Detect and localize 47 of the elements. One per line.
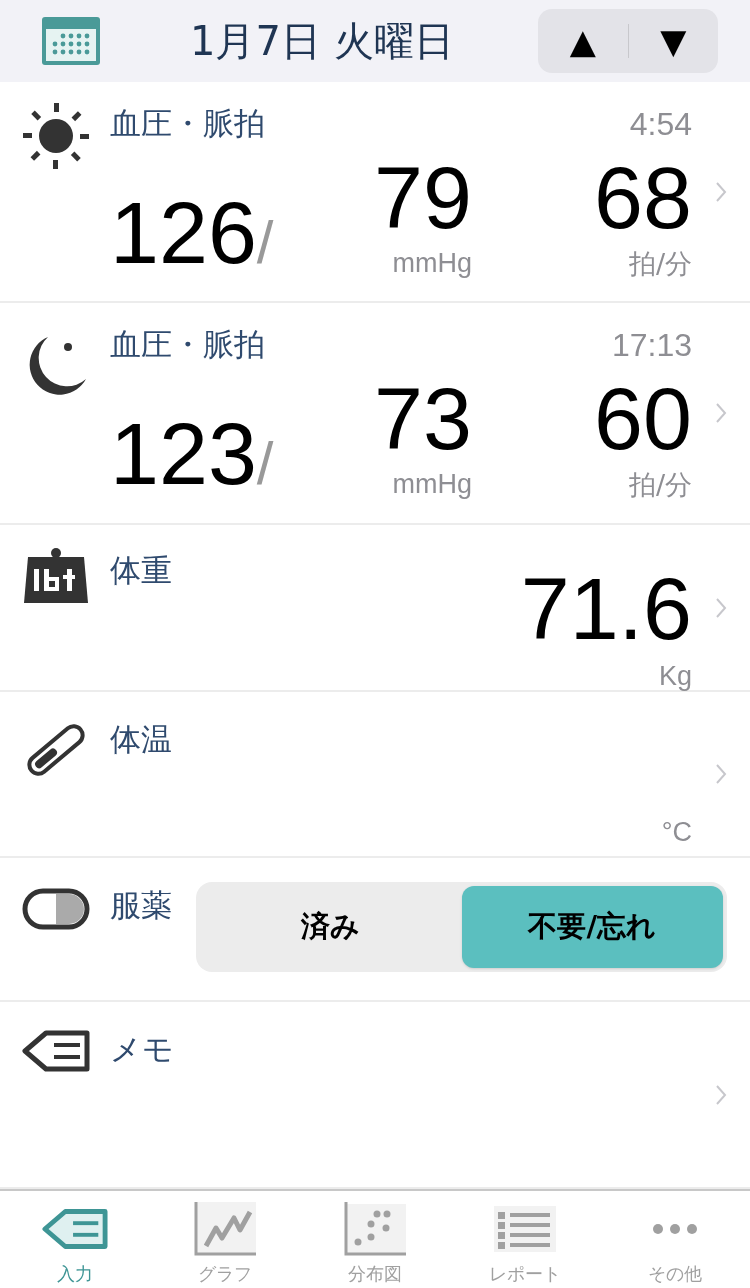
measurement-label: 服薬 <box>110 890 172 921</box>
measurement-label: 血圧・脈拍 <box>110 108 265 139</box>
measurement-label: 体温 <box>110 724 173 755</box>
measurement-label: 体重 <box>110 555 172 590</box>
weight-value: 71.6 <box>520 565 692 653</box>
measurement-time: 4:54 <box>629 108 692 140</box>
measurement-label: メモ <box>110 1031 174 1067</box>
pulse-value: 60 <box>594 375 692 463</box>
date-title: 1月7日 火曜日 <box>190 21 454 61</box>
measurement-label: 血圧・脈拍 <box>110 329 265 360</box>
next-day-button[interactable]: ▼ <box>628 24 718 58</box>
memo-tab-icon <box>42 1208 108 1250</box>
segment-option[interactable]: 済み <box>200 886 462 968</box>
tab-item[interactable]: レポート <box>450 1191 600 1288</box>
diastolic-value: 79 <box>374 154 472 242</box>
pulse-unit: 拍/分 <box>628 471 692 498</box>
tab-item[interactable]: 入力 <box>0 1191 150 1288</box>
sun-icon <box>22 102 90 170</box>
pulse-value: 68 <box>594 154 692 242</box>
pressure-unit: mmHg <box>392 471 472 498</box>
diastolic-value: 73 <box>374 375 472 463</box>
memo-icon <box>22 1030 90 1072</box>
tab-item[interactable]: 分布図 <box>300 1191 450 1288</box>
weight-unit: Kg <box>658 663 692 690</box>
more-icon <box>652 1223 698 1235</box>
list-icon <box>494 1206 556 1252</box>
tab-item[interactable]: その他 <box>600 1191 750 1288</box>
systolic-value: 123 <box>110 410 257 498</box>
previous-day-button[interactable]: ▲ <box>538 24 628 58</box>
slash-separator: / <box>256 434 274 494</box>
calendar-icon[interactable] <box>42 17 100 65</box>
measurement-time: 17:13 <box>611 329 692 361</box>
scatter-plot-icon <box>344 1202 406 1256</box>
chevron-right-icon <box>715 1083 727 1106</box>
temperature-unit: °C <box>661 819 692 846</box>
chevron-right-icon <box>715 763 727 785</box>
chevron-right-icon <box>715 596 727 619</box>
pulse-unit: 拍/分 <box>628 250 692 277</box>
capsule-icon <box>22 888 90 930</box>
slash-separator: / <box>256 213 274 273</box>
pressure-unit: mmHg <box>392 250 472 277</box>
chevron-right-icon <box>715 180 727 203</box>
segment-option[interactable]: 不要/忘れ <box>461 886 723 968</box>
line-chart-icon <box>194 1202 256 1256</box>
chevron-right-icon <box>715 402 727 424</box>
tab-item[interactable]: グラフ <box>150 1191 300 1288</box>
systolic-value: 126 <box>110 189 257 277</box>
